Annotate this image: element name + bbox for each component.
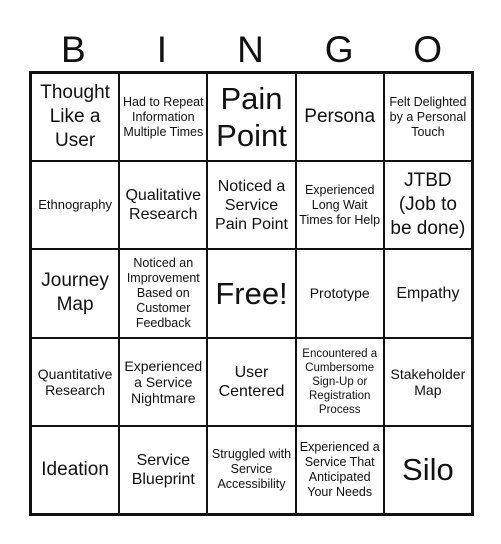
bingo-header: B I N G O [29,28,472,72]
bingo-cell[interactable]: Silo [383,425,472,514]
cell-label: Felt Delighted by a Personal Touch [389,94,467,139]
cell-label: Experienced Long Wait Times for Help [299,182,381,227]
cell-label: Encountered a Cumbersome Sign-Up or Regi… [302,347,378,416]
header-letter-b: B [60,29,86,70]
cell-label: JTBD (Job to be done) [390,170,466,240]
bingo-cell[interactable]: Felt Delighted by a Personal Touch [383,73,472,162]
bingo-cell[interactable]: Experienced Long Wait Times for Help [295,161,384,250]
header-letter-n: N [237,29,264,70]
cell-label: Quantitative Research [37,365,113,398]
bingo-cell[interactable]: Had to Repeat Information Multiple Times [119,73,208,162]
bingo-cell[interactable]: JTBD (Job to be done) [383,161,472,250]
bingo-cell[interactable]: Encountered a Cumbersome Sign-Up or Regi… [295,337,384,426]
bingo-cell[interactable]: Journey Map [31,249,120,338]
bingo-cell[interactable]: User Centered [207,337,296,426]
cell-label: Prototype [309,285,370,302]
free-space-cell[interactable]: Free! [207,249,296,338]
bingo-cell[interactable]: Struggled with Service Accessibility [207,425,296,514]
cell-label: Noticed a Service Pain Point [215,177,288,233]
bingo-cell[interactable]: Service Blueprint [119,425,208,514]
bingo-cell[interactable]: Qualitative Research [119,161,208,250]
cell-label: Persona [304,106,376,128]
header-letter-i: I [156,29,168,70]
bingo-cell[interactable]: Experienced a Service That Anticipated Y… [295,425,384,514]
cell-label: Free! [215,275,288,311]
bingo-cell[interactable]: Ideation [31,425,120,514]
bingo-cell[interactable]: Pain Point [207,73,296,162]
header-letter-g: G [324,29,354,70]
bingo-cell[interactable]: Quantitative Research [31,337,120,426]
bingo-cell[interactable]: Noticed a Service Pain Point [207,161,296,250]
cell-label: Noticed an Improvement Based on Customer… [126,255,200,330]
bingo-cell[interactable]: Stakeholder Map [383,337,472,426]
cell-label: Qualitative Research [125,187,202,224]
cell-label: User Centered [218,363,285,400]
bingo-cell[interactable]: Empathy [383,249,472,338]
bingo-cell[interactable]: Prototype [295,249,384,338]
cell-label: Experienced a Service Nightmare [124,357,203,406]
cell-label: Thought Like a User [40,82,110,152]
bingo-cell[interactable]: Thought Like a User [31,73,120,162]
bingo-cell[interactable]: Ethnography [31,161,120,250]
cell-label: Experienced a Service That Anticipated Y… [299,439,380,499]
header-letter-o: O [413,29,443,70]
cell-label: Journey Map [41,270,109,316]
bingo-cell[interactable]: Noticed an Improvement Based on Customer… [119,249,208,338]
cell-label: Service Blueprint [131,451,195,488]
cell-label: Silo [402,452,454,488]
cell-label: Had to Repeat Information Multiple Times [122,94,204,139]
cell-label: Ideation [41,458,109,480]
bingo-card: Thought Like a User Had to Repeat Inform… [29,71,474,516]
cell-label: Ethnography [38,197,112,213]
bingo-cell[interactable]: Experienced a Service Nightmare [119,337,208,426]
cell-label: Struggled with Service Accessibility [211,447,292,492]
cell-label: Pain Point [216,81,287,154]
bingo-cell[interactable]: Persona [295,73,384,162]
cell-label: Stakeholder Map [390,365,466,398]
cell-label: Empathy [396,284,460,302]
